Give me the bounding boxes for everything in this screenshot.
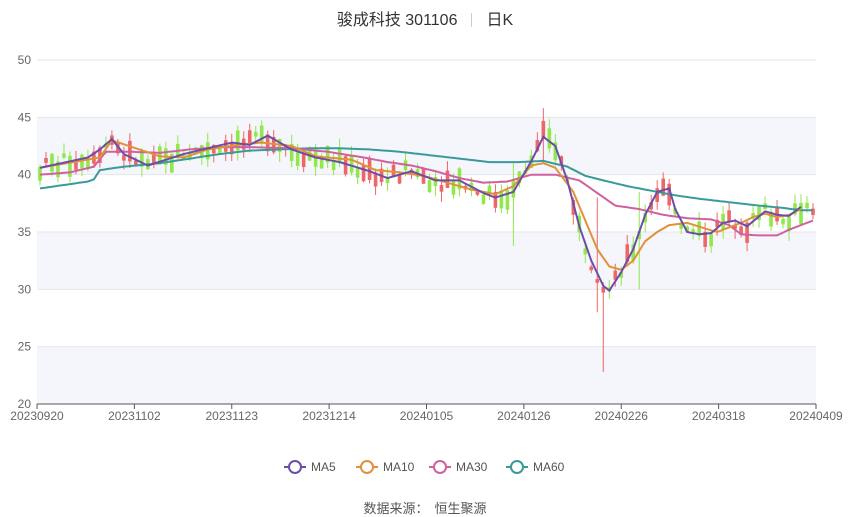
x-tick-label: 20231214 (302, 409, 356, 423)
candle-body (427, 180, 432, 193)
legend-label: MA10 (383, 460, 415, 474)
y-axis: 20253035404550 (18, 53, 32, 411)
candle-body (709, 233, 713, 247)
candle-body (589, 266, 594, 271)
candle-body (727, 210, 731, 222)
legend-marker (360, 460, 374, 474)
candle-body (391, 164, 396, 177)
candle-body (68, 155, 72, 177)
x-tick-label: 20230920 (10, 409, 64, 423)
source-label: 数据来源： (363, 501, 429, 516)
x-tick-label: 20231102 (108, 409, 161, 423)
band (37, 232, 816, 290)
y-tick-label: 40 (18, 168, 32, 182)
data-source: 数据来源： 恒生聚源 (0, 498, 850, 517)
legend-marker (288, 460, 302, 474)
x-tick-label: 20240318 (692, 409, 746, 423)
x-tick-label: 20240226 (595, 409, 649, 423)
y-tick-label: 25 (18, 340, 32, 354)
candle-body (805, 202, 809, 209)
y-tick-label: 50 (18, 53, 32, 67)
x-axis: 20230920 20231102 20231123 20231214 20240105… (10, 403, 843, 423)
x-tick-label: 20240105 (400, 409, 454, 423)
legend-label: MA60 (533, 460, 565, 474)
candle-body (781, 218, 785, 225)
legend-marker (433, 460, 447, 474)
candle-body (355, 168, 360, 178)
x-tick-label: 20231123 (206, 409, 259, 423)
candle-body (361, 164, 366, 182)
legend-marker (510, 460, 524, 474)
candle-body (367, 158, 372, 181)
candle-body (481, 194, 486, 204)
candle-body (253, 131, 258, 137)
y-tick-label: 35 (18, 225, 32, 239)
y-tick-label: 45 (18, 110, 32, 124)
x-tick-label: 20240409 (789, 409, 843, 423)
band (37, 346, 816, 404)
candle-body (445, 170, 450, 188)
candle-body (499, 190, 504, 209)
candlestick-chart: 20253035404550 20230920 20231102 20231123 2… (10, 53, 843, 474)
candle-body (62, 153, 66, 158)
y-tick-label: 30 (18, 282, 32, 296)
candle-body (799, 202, 803, 225)
legend-label: MA5 (311, 460, 336, 474)
candle-body (451, 180, 456, 195)
legend-label: MA30 (456, 460, 488, 474)
candle-body (247, 130, 252, 144)
x-tick-label: 20240126 (497, 409, 551, 423)
candle-body (547, 128, 552, 149)
candle-body (50, 153, 54, 172)
candle-body (44, 157, 48, 163)
legend: MA5 MA10 MA30 MA60 (284, 460, 565, 474)
source-value: 恒生聚源 (434, 501, 487, 516)
candle-body (439, 185, 444, 192)
candle-body (595, 279, 600, 283)
candle-body (301, 153, 306, 168)
